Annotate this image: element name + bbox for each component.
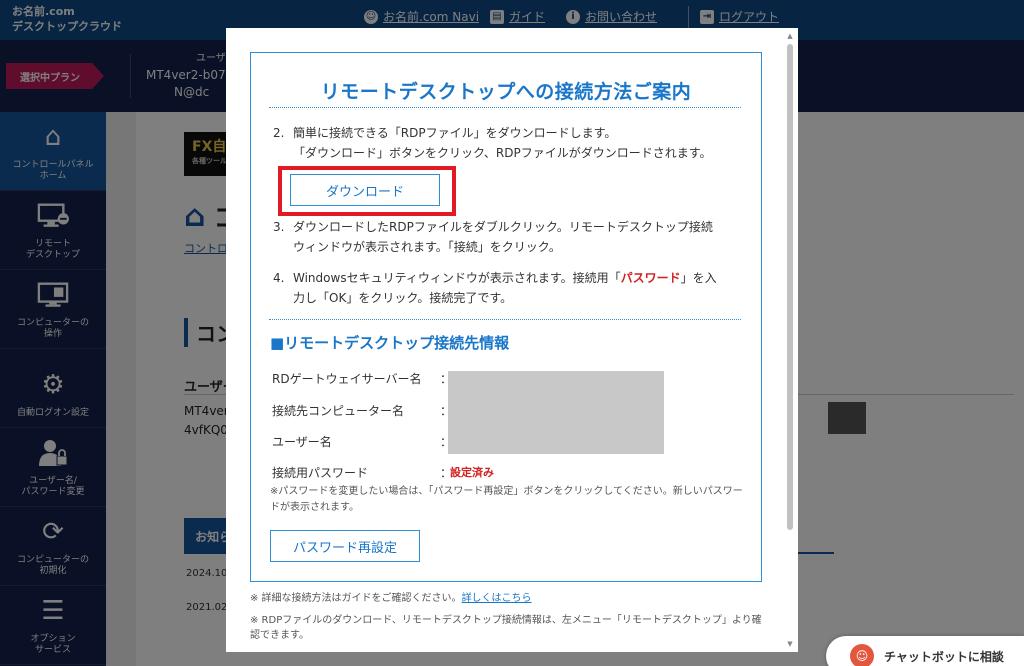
connection-info-heading: ■リモートデスクトップ接続先情報 <box>270 334 510 352</box>
redacted-values <box>448 371 664 454</box>
computer-name-label: 接続先コンピューター名 <box>272 404 405 418</box>
divider <box>269 107 741 108</box>
chatbot-icon: ☺ <box>850 644 874 666</box>
guide-note: ※ 詳細な接続方法はガイドをご確認ください。詳しくはこちら <box>250 593 532 604</box>
scroll-up-icon[interactable]: ▲ <box>786 32 794 40</box>
download-button[interactable]: ダウンロード <box>290 174 440 206</box>
password-status: 設定済み <box>450 466 494 479</box>
divider <box>269 319 741 320</box>
step-2: 2. 簡単に接続できる「RDPファイル」をダウンロードします。 「ダウンロード」ボ… <box>273 126 712 160</box>
username-label: ユーザー名 <box>272 435 332 449</box>
chatbot-button[interactable]: ☺ チャットボットに相談 <box>826 636 1024 666</box>
gateway-server-label: RDゲートウェイサーバー名 <box>272 372 422 386</box>
scroll-down-icon[interactable]: ▼ <box>786 640 794 648</box>
password-note: ※パスワードを変更したい場合は、「パスワード再設定」ボタンをクリックしてください… <box>270 486 743 513</box>
password-reset-button[interactable]: パスワード再設定 <box>270 530 420 562</box>
step-4: 4. Windowsセキュリティウィンドウが表示されます。接続用「パスワード」を入… <box>273 271 717 305</box>
step-3: 3. ダウンロードしたRDPファイルをダブルクリック。リモートデスクトップ接続 ウ… <box>273 220 713 254</box>
modal-scrollbar[interactable]: ▲ ▼ <box>786 32 794 648</box>
scroll-thumb[interactable] <box>787 44 793 530</box>
details-link[interactable]: 詳しくはこちら <box>462 593 532 604</box>
password-label: 接続用パスワード <box>272 466 369 480</box>
modal-title: リモートデスクトップへの接続方法ご案内 <box>320 81 692 103</box>
rdp-note: ※ RDPファイルのダウンロード、リモートデスクトップ接続情報は、左メニュー「リ… <box>250 615 762 641</box>
